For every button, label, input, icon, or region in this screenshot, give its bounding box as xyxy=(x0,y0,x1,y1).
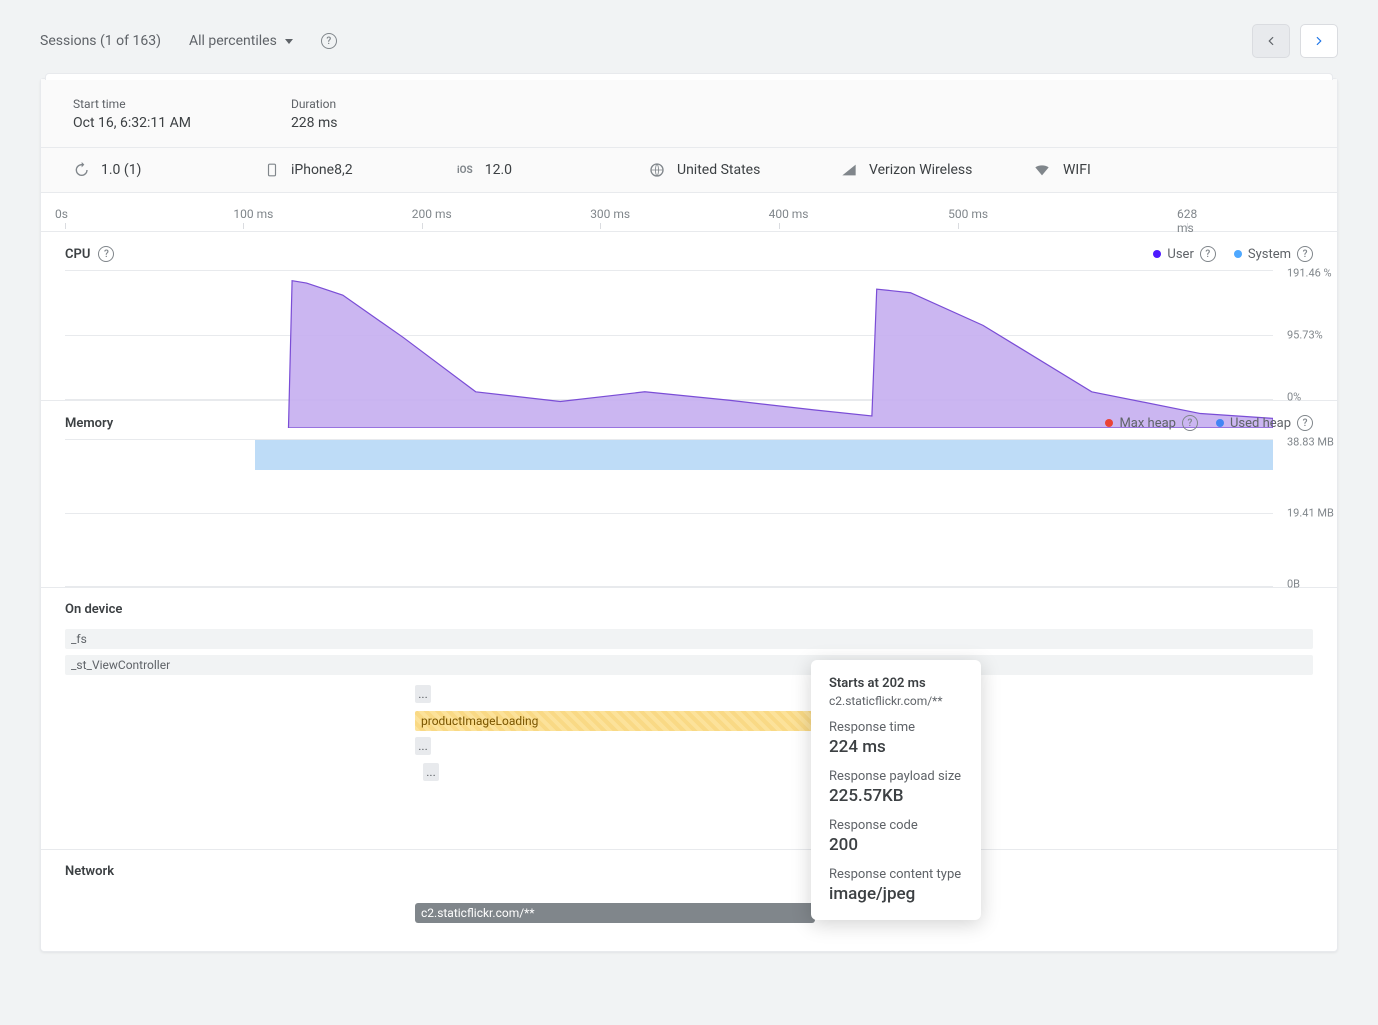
tick-628: 628 ms xyxy=(1177,207,1197,235)
device-section: 1.0 (1) iPhone8,2 iOS 12.0 United States… xyxy=(41,148,1337,193)
tick-100: 100 ms xyxy=(233,207,273,221)
on-device-section: On device _fs _st_ViewController ... pro… xyxy=(41,588,1337,850)
help-icon[interactable]: ? xyxy=(98,246,114,262)
signal-icon xyxy=(841,162,857,178)
wifi-icon xyxy=(1033,162,1051,178)
tooltip-size-label: Response payload size xyxy=(829,769,963,784)
memory-section: Memory Max heap? Used heap? 38.83 MB 19.… xyxy=(41,401,1337,588)
network-tooltip: Starts at 202 ms c2.staticflickr.com/** … xyxy=(811,660,981,920)
on-device-title: On device xyxy=(65,602,1313,617)
help-icon[interactable]: ? xyxy=(321,33,337,49)
memory-plot: 38.83 MB 19.41 MB 0B xyxy=(65,439,1273,587)
tick-400: 400 ms xyxy=(769,207,809,221)
memory-legend: Max heap? Used heap? xyxy=(1105,415,1313,431)
dot-icon xyxy=(1216,419,1224,427)
axis-ticks: 0s 100 ms 200 ms 300 ms 400 ms 500 ms 62… xyxy=(65,207,1187,231)
tick-0: 0s xyxy=(55,207,68,221)
duration-value: 228 ms xyxy=(291,115,338,131)
dot-icon xyxy=(1105,419,1113,427)
tick-500: 500 ms xyxy=(948,207,988,221)
summary-section: Start time Oct 16, 6:32:11 AM Duration 2… xyxy=(41,79,1337,148)
memory-y-axis: 38.83 MB 19.41 MB 0B xyxy=(1281,439,1337,587)
top-bar-left: Sessions (1 of 163) All percentiles ? xyxy=(40,33,337,49)
ios-icon: iOS xyxy=(457,165,473,176)
tooltip-rt-value: 224 ms xyxy=(829,737,963,757)
percentile-dropdown[interactable]: All percentiles xyxy=(189,33,293,49)
help-icon[interactable]: ? xyxy=(1297,246,1313,262)
chevron-down-icon xyxy=(285,39,293,44)
phone-icon xyxy=(265,162,279,178)
memory-title: Memory xyxy=(65,416,113,431)
cpu-legend: User? System? xyxy=(1153,246,1313,262)
help-icon[interactable]: ? xyxy=(1297,415,1313,431)
chevron-right-icon xyxy=(1312,34,1326,48)
prev-session-button xyxy=(1252,24,1290,58)
help-icon[interactable]: ? xyxy=(1200,246,1216,262)
dot-icon xyxy=(1153,250,1161,258)
start-time-label: Start time xyxy=(73,97,191,111)
duration-label: Duration xyxy=(291,97,338,111)
country: United States xyxy=(649,162,841,178)
dot-icon xyxy=(1234,250,1242,258)
help-icon[interactable]: ? xyxy=(1182,415,1198,431)
trace-fs[interactable]: _fs xyxy=(65,629,1313,649)
cpu-plot: 191.46 % 95.73% 0% xyxy=(65,270,1273,400)
chevron-left-icon xyxy=(1264,34,1278,48)
trace-stub[interactable]: ... xyxy=(423,763,439,781)
carrier: Verizon Wireless xyxy=(841,162,1033,178)
cpu-section: CPU ? User? System? 191.46 % 95.73% 0% xyxy=(41,232,1337,401)
network-request-bar[interactable]: c2.staticflickr.com/** xyxy=(415,903,815,923)
start-time: Start time Oct 16, 6:32:11 AM xyxy=(73,97,191,131)
trace-stub[interactable]: ... xyxy=(415,685,431,703)
tooltip-ct-value: image/jpeg xyxy=(829,884,963,904)
network-section: Network c2.staticflickr.com/** Starts at… xyxy=(41,850,1337,951)
duration: Duration 228 ms xyxy=(291,97,338,131)
tooltip-size-value: 225.57KB xyxy=(829,786,963,806)
sessions-count: Sessions (1 of 163) xyxy=(40,33,161,49)
globe-icon xyxy=(649,162,665,178)
tick-200: 200 ms xyxy=(412,207,452,221)
top-bar: Sessions (1 of 163) All percentiles ? xyxy=(40,24,1338,58)
app-version: 1.0 (1) xyxy=(73,162,265,178)
tooltip-rt-label: Response time xyxy=(829,720,963,735)
tooltip-ct-label: Response content type xyxy=(829,867,963,882)
network-title: Network xyxy=(65,864,1313,879)
session-card: Start time Oct 16, 6:32:11 AM Duration 2… xyxy=(40,78,1338,952)
nav-buttons xyxy=(1252,24,1338,58)
tick-300: 300 ms xyxy=(590,207,630,221)
cpu-title: CPU ? xyxy=(65,246,114,262)
cpu-y-axis: 191.46 % 95.73% 0% xyxy=(1281,270,1337,400)
history-icon xyxy=(73,162,89,178)
network-type: WIFI xyxy=(1033,162,1225,178)
tooltip-url: c2.staticflickr.com/** xyxy=(829,694,963,708)
start-time-value: Oct 16, 6:32:11 AM xyxy=(73,115,191,131)
tooltip-code-label: Response code xyxy=(829,818,963,833)
percentile-label: All percentiles xyxy=(189,33,277,49)
used-heap-band xyxy=(255,440,1273,470)
timeline-axis: 0s 100 ms 200 ms 300 ms 400 ms 500 ms 62… xyxy=(41,193,1337,232)
next-session-button[interactable] xyxy=(1300,24,1338,58)
tooltip-start: Starts at 202 ms xyxy=(829,676,963,691)
trace-viewcontroller[interactable]: _st_ViewController xyxy=(65,655,1313,675)
trace-product-image-loading[interactable]: productImageLoading xyxy=(415,711,815,731)
trace-stub[interactable]: ... xyxy=(415,737,431,755)
os-version: iOS 12.0 xyxy=(457,162,649,178)
device-model: iPhone8,2 xyxy=(265,162,457,178)
tooltip-code-value: 200 xyxy=(829,835,963,855)
